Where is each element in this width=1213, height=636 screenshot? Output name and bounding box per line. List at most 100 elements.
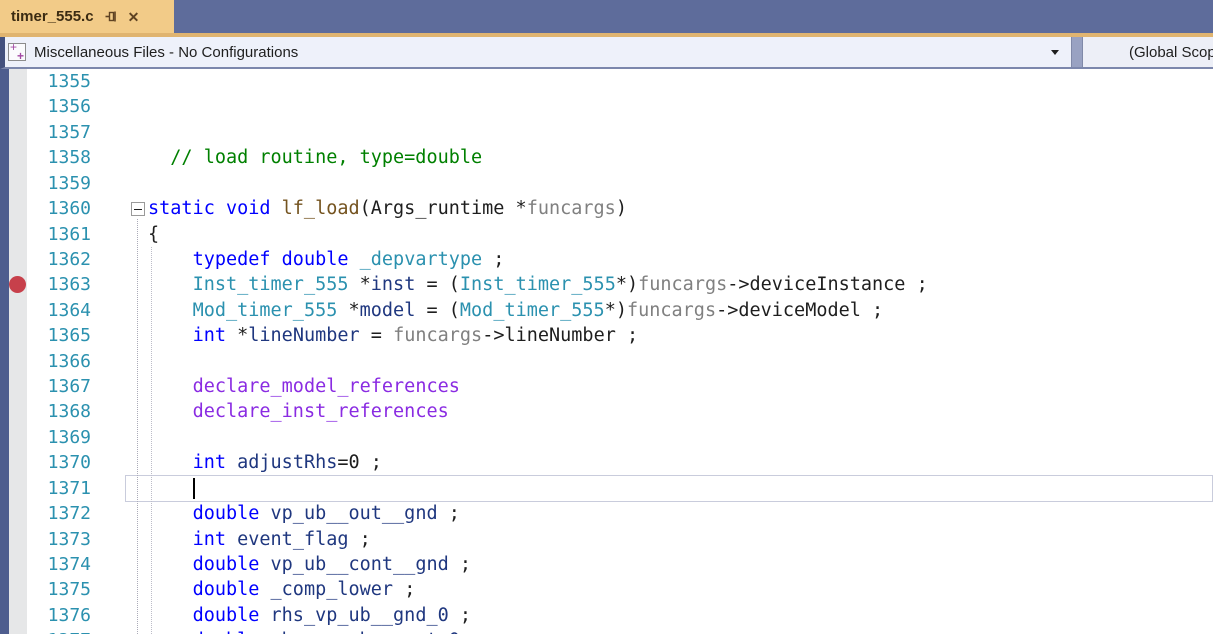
code-line[interactable]: 1372 double vp_ub__out__gnd ; — [27, 501, 1213, 526]
code-line[interactable]: 1365 int *lineNumber = funcargs->lineNum… — [27, 323, 1213, 348]
gutter-gap — [91, 222, 131, 247]
line-number[interactable]: 1361 — [27, 222, 91, 247]
line-number[interactable]: 1369 — [27, 425, 91, 450]
line-number[interactable]: 1375 — [27, 577, 91, 602]
gutter-gap — [91, 94, 131, 119]
line-number[interactable]: 1374 — [27, 552, 91, 577]
chevron-down-icon[interactable] — [1051, 50, 1059, 55]
code-text — [131, 425, 1213, 450]
line-number[interactable]: 1364 — [27, 298, 91, 323]
line-number[interactable]: 1355 — [27, 69, 91, 94]
code-text: int event_flag ; — [131, 527, 1213, 552]
code-line[interactable]: 1366 — [27, 349, 1213, 374]
gutter-gap — [91, 272, 131, 297]
code-text: // load routine, type=double — [131, 145, 1213, 170]
pin-icon[interactable] — [105, 10, 118, 23]
close-icon[interactable]: ✕ — [128, 10, 140, 24]
outline-guide-line — [137, 219, 138, 634]
code-text — [131, 476, 1213, 501]
gutter-gap — [91, 120, 131, 145]
code-text: int adjustRhs=0 ; — [131, 450, 1213, 475]
code-line[interactable]: 1361{ — [27, 222, 1213, 247]
code-line[interactable]: 1363 Inst_timer_555 *inst = (Inst_timer_… — [27, 272, 1213, 297]
code-line[interactable]: 1377 double rhs_vp_ub__cont_0 ; — [27, 628, 1213, 634]
code-text: int *lineNumber = funcargs->lineNumber ; — [131, 323, 1213, 348]
code-line[interactable]: 1358 // load routine, type=double — [27, 145, 1213, 170]
code-line[interactable]: 1357 — [27, 120, 1213, 145]
code-text: double vp_ub__cont__gnd ; — [131, 552, 1213, 577]
code-line[interactable]: 1355 — [27, 69, 1213, 94]
text-caret — [193, 478, 195, 499]
visual-studio-editor-window: timer_555.c ✕ ++ Miscellaneous Files - N… — [0, 0, 1213, 636]
line-number[interactable]: 1356 — [27, 94, 91, 119]
gutter-gap — [91, 450, 131, 475]
line-number[interactable]: 1367 — [27, 374, 91, 399]
line-number[interactable]: 1368 — [27, 399, 91, 424]
window-edge-strip — [0, 69, 9, 634]
gutter-gap — [91, 247, 131, 272]
gutter-gap — [91, 349, 131, 374]
line-number[interactable]: 1363 — [27, 272, 91, 297]
line-number[interactable]: 1376 — [27, 603, 91, 628]
line-number[interactable]: 1370 — [27, 450, 91, 475]
code-line[interactable]: 1368 declare_inst_references — [27, 399, 1213, 424]
code-line[interactable]: 1359 — [27, 171, 1213, 196]
code-text: typedef double _depvartype ; — [131, 247, 1213, 272]
line-number[interactable]: 1365 — [27, 323, 91, 348]
code-line[interactable]: 1367 declare_model_references — [27, 374, 1213, 399]
combobox-separator — [1072, 37, 1082, 67]
tab-label: timer_555.c — [11, 8, 94, 25]
line-number[interactable]: 1362 — [27, 247, 91, 272]
line-number[interactable]: 1371 — [27, 476, 91, 501]
code-text: double _comp_lower ; — [131, 577, 1213, 602]
line-number[interactable]: 1358 — [27, 145, 91, 170]
code-line[interactable]: 1374 double vp_ub__cont__gnd ; — [27, 552, 1213, 577]
code-text: double vp_ub__out__gnd ; — [131, 501, 1213, 526]
scope-combobox[interactable]: (Global Scope — [1082, 37, 1213, 67]
code-area[interactable]: 1355135613571358 // load routine, type=d… — [27, 69, 1213, 634]
line-number[interactable]: 1357 — [27, 120, 91, 145]
code-line[interactable]: 1364 Mod_timer_555 *model = (Mod_timer_5… — [27, 298, 1213, 323]
gutter-gap — [91, 298, 131, 323]
tab-timer-555[interactable]: timer_555.c ✕ — [0, 0, 174, 33]
code-line[interactable]: 1362 typedef double _depvartype ; — [27, 247, 1213, 272]
code-line[interactable]: 1376 double rhs_vp_ub__gnd_0 ; — [27, 603, 1213, 628]
code-line[interactable]: 1370 int adjustRhs=0 ; — [27, 450, 1213, 475]
code-editor[interactable]: 1355135613571358 // load routine, type=d… — [0, 69, 1213, 634]
code-line[interactable]: 1360 static void lf_load(Args_runtime *fu… — [27, 196, 1213, 221]
code-line[interactable]: 1356 — [27, 94, 1213, 119]
code-text — [131, 120, 1213, 145]
line-number[interactable]: 1372 — [27, 501, 91, 526]
line-number[interactable]: 1366 — [27, 349, 91, 374]
code-text: Inst_timer_555 *inst = (Inst_timer_555*)… — [131, 272, 1213, 297]
code-text — [131, 69, 1213, 94]
indent-guide-line — [151, 247, 152, 634]
breakpoint-gutter[interactable] — [9, 69, 27, 634]
code-line[interactable]: 1373 int event_flag ; — [27, 527, 1213, 552]
project-combobox[interactable]: ++ Miscellaneous Files - No Configuratio… — [5, 37, 1072, 67]
line-number[interactable]: 1373 — [27, 527, 91, 552]
gutter-gap — [91, 425, 131, 450]
line-number[interactable]: 1359 — [27, 171, 91, 196]
gutter-gap — [91, 171, 131, 196]
line-number[interactable]: 1377 — [27, 628, 91, 634]
code-line[interactable]: 1371 — [27, 476, 1213, 501]
code-text: double rhs_vp_ub__gnd_0 ; — [131, 603, 1213, 628]
tab-bar: timer_555.c ✕ — [0, 0, 1213, 33]
code-text: static void lf_load(Args_runtime *funcar… — [131, 196, 1213, 221]
code-text: declare_model_references — [131, 374, 1213, 399]
code-text: declare_inst_references — [131, 399, 1213, 424]
code-text: double rhs_vp_ub__cont_0 ; — [131, 628, 1213, 634]
miscellaneous-files-icon: ++ — [8, 43, 26, 61]
project-combobox-label: Miscellaneous Files - No Configurations — [34, 44, 298, 61]
gutter-gap — [91, 374, 131, 399]
line-number[interactable]: 1360 — [27, 196, 91, 221]
collapse-minus-icon[interactable] — [131, 202, 145, 216]
code-line[interactable]: 1375 double _comp_lower ; — [27, 577, 1213, 602]
breakpoint-indicator[interactable] — [9, 276, 26, 293]
code-line[interactable]: 1369 — [27, 425, 1213, 450]
gutter-gap — [91, 196, 131, 221]
navigation-bar: ++ Miscellaneous Files - No Configuratio… — [0, 37, 1213, 69]
gutter-gap — [91, 603, 131, 628]
code-text — [131, 171, 1213, 196]
